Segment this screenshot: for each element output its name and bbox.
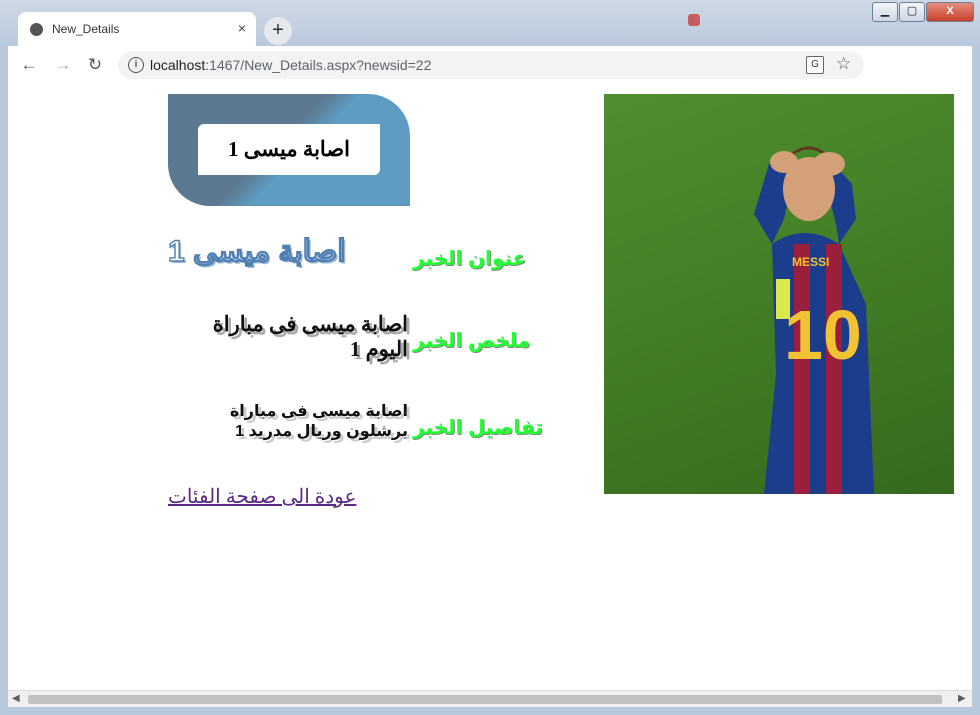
news-photo: MESSI 10 [604, 94, 954, 494]
back-icon[interactable]: ← [18, 54, 40, 76]
maximize-button[interactable]: ▢ [899, 2, 925, 22]
back-to-categories-link[interactable]: عودة الى صفحة الفئات [168, 484, 356, 509]
tab-close-button[interactable]: × [238, 20, 246, 36]
browser-toolbar: ← → ↻ i localhost:1467/New_Details.aspx?… [8, 46, 972, 85]
url-path: :1467/New_Details.aspx?newsid=22 [205, 57, 432, 73]
address-bar[interactable]: i localhost:1467/New_Details.aspx?newsid… [118, 51, 864, 79]
player-illustration: MESSI 10 [754, 146, 874, 494]
news-header-card: اصابة ميسى 1 [168, 94, 410, 206]
globe-icon [30, 23, 43, 36]
card-title: اصابة ميسى 1 [198, 124, 380, 175]
title-label: عنوان الخبر [413, 248, 527, 270]
scroll-left-icon[interactable]: ◀ [12, 693, 20, 704]
scroll-right-icon[interactable]: ▶ [958, 693, 966, 704]
new-tab-button[interactable]: + [264, 17, 292, 45]
jersey-number: 10 [784, 296, 862, 374]
tab-title: New_Details [52, 22, 120, 36]
info-icon[interactable]: i [128, 57, 144, 73]
background-window-icon [688, 14, 700, 26]
minimize-button[interactable]: ▁ [872, 2, 898, 22]
close-window-button[interactable]: X [926, 2, 974, 22]
window-frame-bottom [0, 707, 980, 715]
reload-icon[interactable]: ↻ [84, 54, 106, 76]
window-frame-right [972, 46, 980, 715]
page-content: اصابة ميسى 1 عنوان الخبر اصابة ميسى 1 مل… [8, 84, 972, 690]
title-bar: New_Details × + ▁ ▢ X [0, 0, 980, 48]
star-icon[interactable]: ☆ [836, 54, 851, 74]
url-host: localhost [150, 57, 206, 73]
title-value: اصابة ميسى 1 [167, 234, 346, 268]
summary-value: اصابة ميسى فى مباراة اليوم 1 [212, 312, 408, 361]
horizontal-scrollbar[interactable]: ◀ ▶ [8, 690, 972, 708]
translate-icon[interactable]: G [806, 56, 824, 74]
details-value: اصابة ميسى فى مباراة برشلون وريال مدريد … [229, 403, 408, 440]
window-frame-left [0, 46, 8, 715]
jersey-name: MESSI [792, 255, 829, 269]
browser-tab[interactable]: New_Details × [18, 12, 256, 48]
scrollbar-thumb[interactable] [28, 695, 942, 704]
details-label: تفاصيل الخبر [413, 417, 543, 439]
forward-icon[interactable]: → [52, 54, 74, 76]
summary-label: ملخص الخبر [413, 330, 531, 352]
url-text[interactable]: localhost:1467/New_Details.aspx?newsid=2… [150, 57, 431, 73]
